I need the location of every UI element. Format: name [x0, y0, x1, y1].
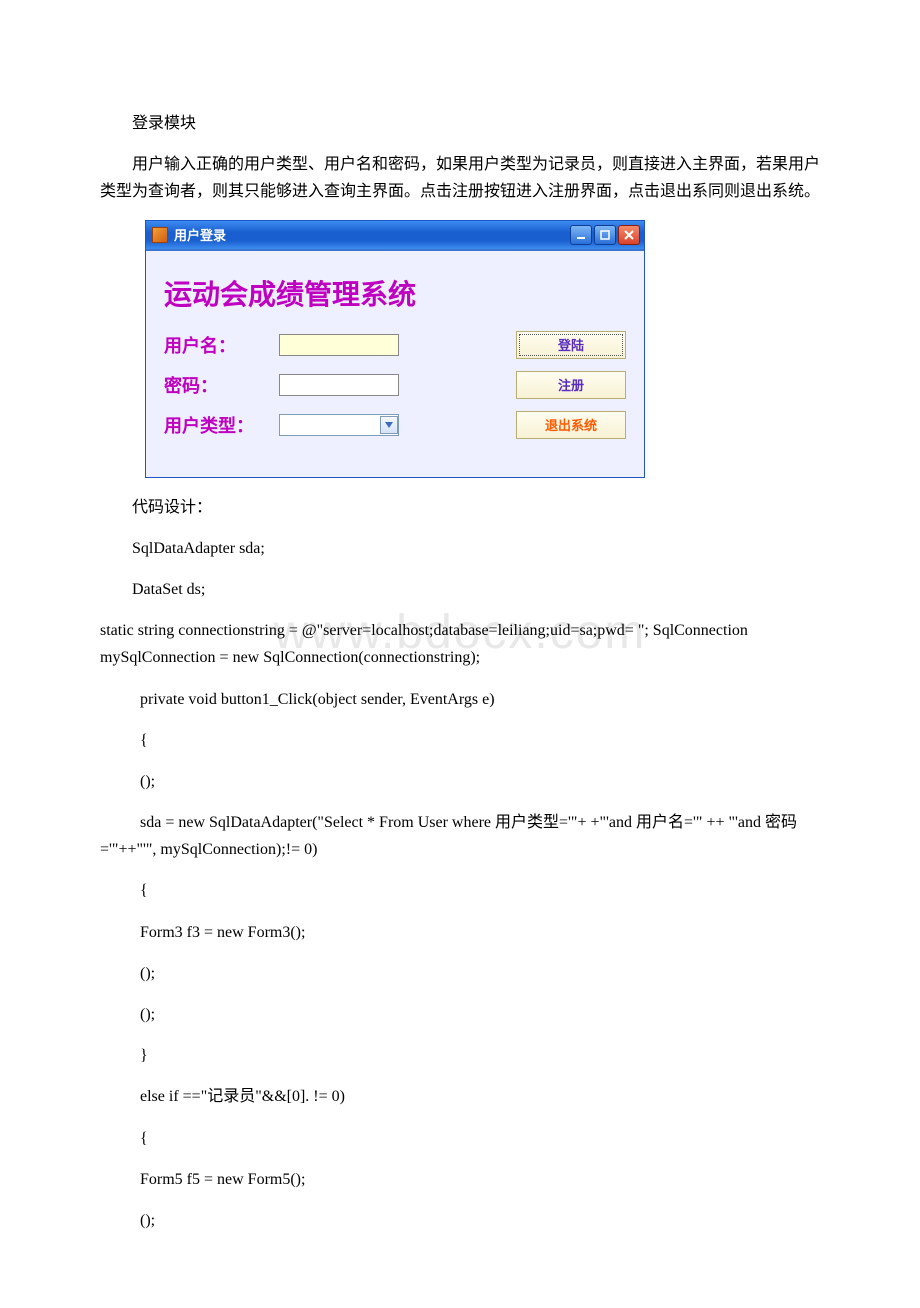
code-line: sda = new SqlDataAdapter("Select * From … [100, 809, 820, 863]
code-line: Form3 f3 = new Form3(); [100, 919, 820, 946]
code-line: { [100, 877, 820, 904]
window-client-area: 运动会成绩管理系统 用户名： 登陆 密码： 注册 用户类型： 退出系统 [146, 249, 644, 477]
code-line: (); [100, 768, 820, 795]
code-line: (); [100, 1207, 820, 1234]
usertype-combobox[interactable] [279, 414, 399, 436]
code-line: static string connectionstring = @"serve… [100, 617, 820, 671]
intro-paragraph: 用户输入正确的用户类型、用户名和密码，如果用户类型为记录员，则直接进入主界面，若… [100, 151, 820, 205]
code-line: private void button1_Click(object sender… [100, 686, 820, 713]
app-title: 运动会成绩管理系统 [164, 273, 626, 313]
minimize-button[interactable] [570, 225, 592, 245]
chevron-down-icon [380, 416, 398, 434]
code-line: DataSet ds; [100, 576, 820, 603]
window-title: 用户登录 [174, 225, 226, 244]
code-line: } [100, 1042, 820, 1069]
row-usertype: 用户类型： 退出系统 [164, 411, 626, 439]
label-password: 密码： [164, 372, 279, 398]
row-password: 密码： 注册 [164, 371, 626, 399]
code-line: SqlDataAdapter sda; [100, 535, 820, 562]
close-button[interactable] [618, 225, 640, 245]
login-window: 用户登录 运动会成绩管理系统 用户名： 登陆 [145, 220, 645, 478]
app-icon [152, 227, 168, 243]
register-button[interactable]: 注册 [516, 371, 626, 399]
label-usertype: 用户类型： [164, 412, 279, 438]
label-username: 用户名： [164, 332, 279, 358]
section-heading: 登录模块 [100, 110, 820, 137]
username-input[interactable] [279, 334, 399, 356]
password-input[interactable] [279, 374, 399, 396]
code-line: { [100, 727, 820, 754]
code-line: (); [100, 960, 820, 987]
code-line: { [100, 1125, 820, 1152]
code-line: else if =="记录员"&&[0]. != 0) [100, 1083, 820, 1110]
exit-button[interactable]: 退出系统 [516, 411, 626, 439]
maximize-button[interactable] [594, 225, 616, 245]
titlebar: 用户登录 [146, 221, 644, 249]
code-line: Form5 f5 = new Form5(); [100, 1166, 820, 1193]
row-username: 用户名： 登陆 [164, 331, 626, 359]
login-button[interactable]: 登陆 [516, 331, 626, 359]
code-line: (); [100, 1001, 820, 1028]
code-design-label: 代码设计： [100, 494, 820, 521]
